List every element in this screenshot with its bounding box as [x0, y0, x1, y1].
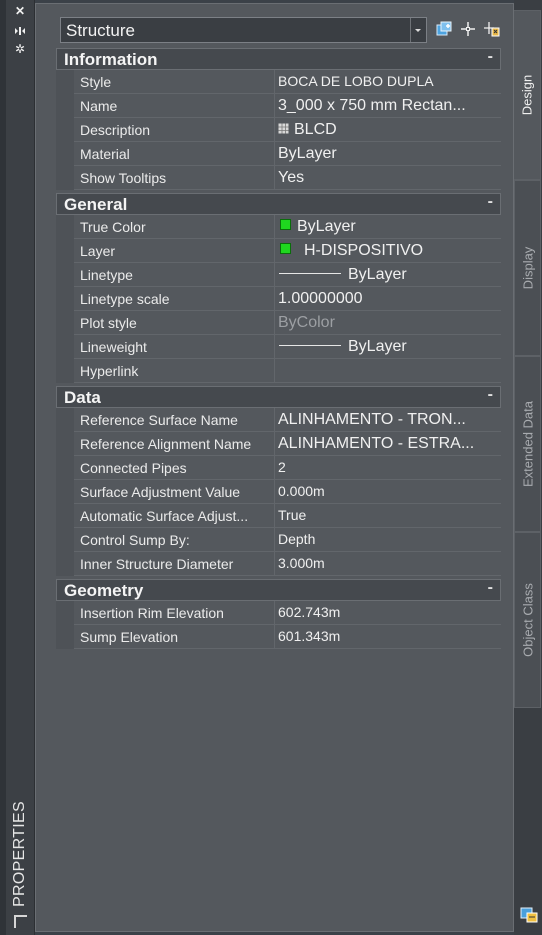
property-row[interactable]: Linetype ByLayer — [56, 263, 501, 287]
tab-object-class[interactable]: Object Class — [514, 532, 541, 708]
linetype-value: ByLayer — [348, 266, 407, 283]
property-row[interactable]: Style BOCA DE LOBO DUPLA — [56, 70, 501, 94]
tab-strip: Design Display Extended Data Object Clas… — [514, 0, 542, 935]
property-row[interactable]: Plot style ByColor — [56, 311, 501, 335]
property-row[interactable]: Hyperlink — [56, 359, 501, 383]
section-general: General - True Color ByLayer Layer H-DISPO… — [56, 193, 501, 383]
palette-options-icon[interactable] — [519, 905, 539, 925]
section-header[interactable]: Information - — [56, 48, 501, 70]
property-row[interactable]: Linetype scale 1.00000000 — [56, 287, 501, 311]
quick-select-icon[interactable] — [483, 20, 501, 38]
close-icon[interactable]: ✕ — [13, 4, 27, 18]
collapse-icon[interactable]: - — [488, 48, 493, 66]
property-row[interactable]: Control Sump By: Depth — [56, 528, 501, 552]
property-row[interactable]: Material ByLayer — [56, 142, 501, 166]
collapse-icon[interactable]: - — [488, 193, 493, 211]
section-header[interactable]: General - — [56, 193, 501, 215]
lineweight-preview-icon — [279, 345, 341, 346]
property-row[interactable]: Reference Alignment Name ALINHAMENTO - ES… — [56, 432, 501, 456]
property-row[interactable]: Reference Surface Name ALINHAMENTO - TRON… — [56, 408, 501, 432]
linetype-preview-icon — [279, 273, 341, 274]
property-row[interactable]: Show Tooltips Yes — [56, 166, 501, 190]
properties-icon[interactable]: ✲ — [13, 42, 27, 56]
section-information: Information - Style BOCA DE LOBO DUPLA Na… — [56, 48, 501, 190]
lineweight-value: ByLayer — [348, 338, 407, 355]
tab-design[interactable]: Design — [514, 10, 541, 180]
tab-extended-data[interactable]: Extended Data — [514, 356, 541, 532]
collapse-icon[interactable]: - — [488, 579, 493, 597]
palette-toolbar: ✕ ✲ PROPERTIES — [6, 0, 35, 935]
property-row[interactable]: Connected Pipes 2 — [56, 456, 501, 480]
section-header[interactable]: Geometry - — [56, 579, 501, 601]
description-icon — [278, 123, 289, 134]
collapse-icon[interactable]: - — [488, 386, 493, 404]
true-color-value: ByLayer — [297, 218, 356, 235]
property-row[interactable]: Surface Adjustment Value 0.000m — [56, 480, 501, 504]
property-row[interactable]: Layer H-DISPOSITIVO — [56, 239, 501, 263]
toggle-pickadd-icon[interactable] — [435, 20, 453, 38]
tab-display[interactable]: Display — [514, 180, 541, 356]
property-row[interactable]: Automatic Surface Adjust... True — [56, 504, 501, 528]
property-row[interactable]: Sump Elevation 601.343m — [56, 625, 501, 649]
property-row[interactable]: True Color ByLayer — [56, 215, 501, 239]
properties-panel: Structure Information - Style BOCA DE LOB… — [35, 3, 514, 932]
section-header[interactable]: Data - — [56, 386, 501, 408]
property-row[interactable]: Insertion Rim Elevation 602.743m — [56, 601, 501, 625]
description-value: BLCD — [294, 121, 337, 138]
property-row[interactable]: Name 3_000 x 750 mm Rectan... — [56, 94, 501, 118]
layer-color-icon — [280, 243, 291, 254]
property-grid: Information - Style BOCA DE LOBO DUPLA Na… — [56, 48, 501, 649]
autohide-icon[interactable] — [13, 24, 27, 38]
chevron-down-icon[interactable] — [410, 18, 426, 42]
select-objects-icon[interactable] — [459, 20, 477, 38]
property-row[interactable]: Inner Structure Diameter 3.000m — [56, 552, 501, 576]
object-type-dropdown[interactable]: Structure — [60, 17, 427, 43]
property-row[interactable]: Lineweight ByLayer — [56, 335, 501, 359]
palette-title: PROPERTIES — [11, 801, 28, 907]
layer-value: H-DISPOSITIVO — [304, 242, 424, 259]
palette-menu-icon[interactable] — [14, 915, 27, 928]
property-row[interactable]: Description BLCD — [56, 118, 501, 142]
color-swatch-icon — [280, 219, 291, 230]
section-data: Data - Reference Surface Name ALINHAMENTO… — [56, 386, 501, 576]
object-type-value: Structure — [66, 21, 135, 40]
section-geometry: Geometry - Insertion Rim Elevation 602.74… — [56, 579, 501, 649]
